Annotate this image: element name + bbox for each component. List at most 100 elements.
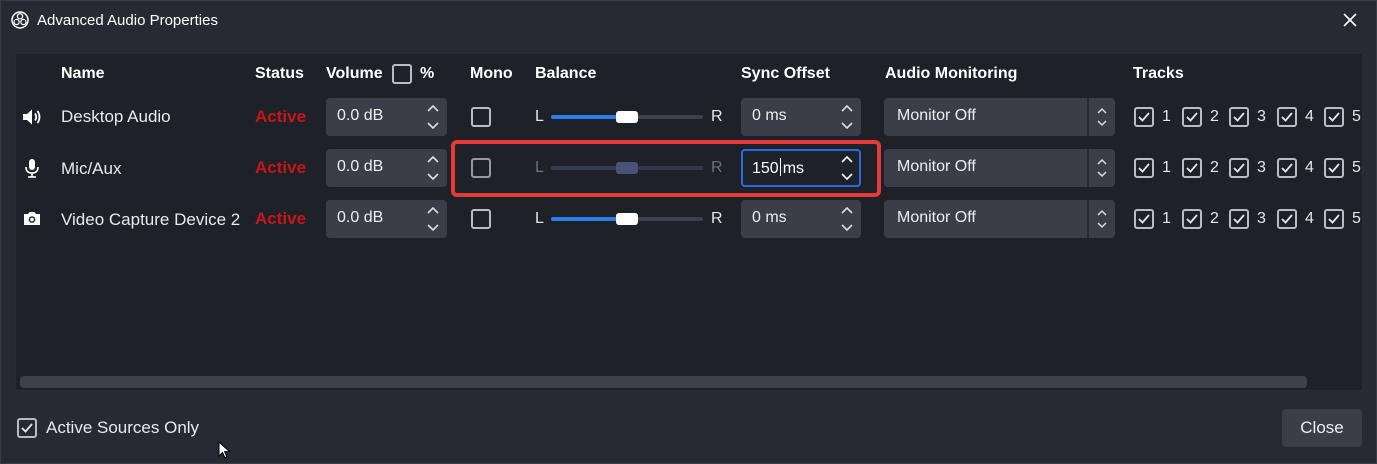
source-name: Video Capture Device 2 [61,210,241,229]
monitoring-value: Monitor Off [897,158,976,175]
volume-spinbox[interactable]: 0.0 dB [326,200,447,238]
header-volume: Volume [326,65,383,82]
track-label: 4 [1305,108,1314,125]
track-label: 3 [1257,210,1266,227]
dropdown-separator [1087,200,1089,238]
header-tracks: Tracks [1133,65,1184,82]
track-label: 4 [1305,159,1314,176]
mono-checkbox[interactable] [471,209,491,229]
sync-offset-value: 0 ms [752,209,787,226]
volume-value: 0.0 dB [337,209,384,226]
active-sources-only-checkbox[interactable] [17,418,37,438]
close-button[interactable]: Close [1282,409,1362,447]
balance-slider-handle[interactable] [616,111,638,123]
advanced-audio-properties-window: Advanced Audio Properties Name Status Vo… [0,0,1377,464]
track-checkbox-3[interactable] [1229,209,1249,229]
spin-arrows-icon[interactable] [425,203,441,235]
checkmark-icon [1233,112,1245,122]
track-checkbox-4[interactable] [1277,209,1297,229]
track-label: 5 [1352,210,1361,227]
window-title: Advanced Audio Properties [37,12,218,29]
monitoring-dropdown[interactable]: Monitor Off [884,149,1115,187]
scrollbar-handle[interactable] [20,376,1307,388]
checkmark-icon [1186,163,1198,173]
header-balance: Balance [535,65,597,82]
volume-spinbox[interactable]: 0.0 dB [326,98,447,136]
track-checkbox-2[interactable] [1182,158,1202,178]
checkmark-icon [1281,163,1293,173]
header-status: Status [255,65,304,82]
balance-slider-handle[interactable] [616,213,638,225]
mono-checkbox[interactable] [471,107,491,127]
sync-offset-spinbox[interactable]: 0 ms [741,200,861,238]
monitoring-dropdown[interactable]: Monitor Off [884,98,1115,136]
title-bar: Advanced Audio Properties [1,1,1376,39]
track-checkbox-3[interactable] [1229,107,1249,127]
track-checkbox-4[interactable] [1277,158,1297,178]
checkmark-icon [1233,214,1245,224]
up-down-chevron-icon[interactable] [1095,153,1109,183]
status-badge: Active [255,107,307,126]
spin-arrows-icon[interactable] [839,203,855,235]
checkmark-icon [1186,112,1198,122]
track-checkbox-1[interactable] [1134,158,1154,178]
up-down-chevron-icon[interactable] [1095,204,1109,234]
active-sources-only-label[interactable]: Active Sources Only [46,418,199,438]
checkmark-icon [1138,112,1150,122]
monitoring-dropdown[interactable]: Monitor Off [884,200,1115,238]
balance-right-label: R [711,108,723,125]
volume-percent-checkbox[interactable] [392,64,412,84]
track-label: 2 [1210,210,1219,227]
checkmark-icon [1233,163,1245,173]
checkmark-icon [1281,112,1293,122]
volume-spinbox[interactable]: 0.0 dB [326,149,447,187]
track-label: 1 [1162,159,1171,176]
track-label: 2 [1210,159,1219,176]
up-down-chevron-icon[interactable] [1095,102,1109,132]
horizontal-scrollbar[interactable] [18,375,1360,389]
track-checkbox-5[interactable] [1324,107,1344,127]
track-label: 3 [1257,108,1266,125]
highlight-box [451,140,881,197]
balance-left-label: L [535,210,544,227]
track-checkbox-5[interactable] [1324,209,1344,229]
microphone-icon [25,159,39,178]
monitoring-value: Monitor Off [897,107,976,124]
track-checkbox-1[interactable] [1134,209,1154,229]
checkmark-icon [1328,163,1340,173]
dropdown-separator [1087,98,1089,136]
source-name: Desktop Audio [61,107,171,126]
status-badge: Active [255,209,307,228]
status-badge: Active [255,158,307,177]
track-checkbox-4[interactable] [1277,107,1297,127]
dropdown-separator [1087,149,1089,187]
track-label: 3 [1257,159,1266,176]
spin-arrows-icon[interactable] [425,152,441,184]
track-label: 1 [1162,108,1171,125]
track-checkbox-5[interactable] [1324,158,1344,178]
header-mono: Mono [470,65,513,82]
checkmark-icon [1186,214,1198,224]
track-checkbox-2[interactable] [1182,209,1202,229]
spin-arrows-icon[interactable] [425,101,441,133]
sync-offset-spinbox[interactable]: 0 ms [741,98,861,136]
checkmark-icon [1138,163,1150,173]
checkmark-icon [1281,214,1293,224]
header-name: Name [61,65,105,82]
checkmark-icon [1328,112,1340,122]
speaker-icon [23,109,41,125]
track-checkbox-3[interactable] [1229,158,1249,178]
spin-arrows-icon[interactable] [839,101,855,133]
track-label: 5 [1352,108,1361,125]
checkmark-icon [1138,214,1150,224]
header-sync-offset: Sync Offset [741,65,830,82]
track-label: 4 [1305,210,1314,227]
track-checkbox-2[interactable] [1182,107,1202,127]
balance-right-label: R [711,210,723,227]
window-close-icon[interactable] [1340,10,1360,30]
track-checkbox-1[interactable] [1134,107,1154,127]
obs-logo-icon [11,11,29,29]
sync-offset-value: 0 ms [752,107,787,124]
checkmark-icon [21,423,33,433]
volume-value: 0.0 dB [337,158,384,175]
